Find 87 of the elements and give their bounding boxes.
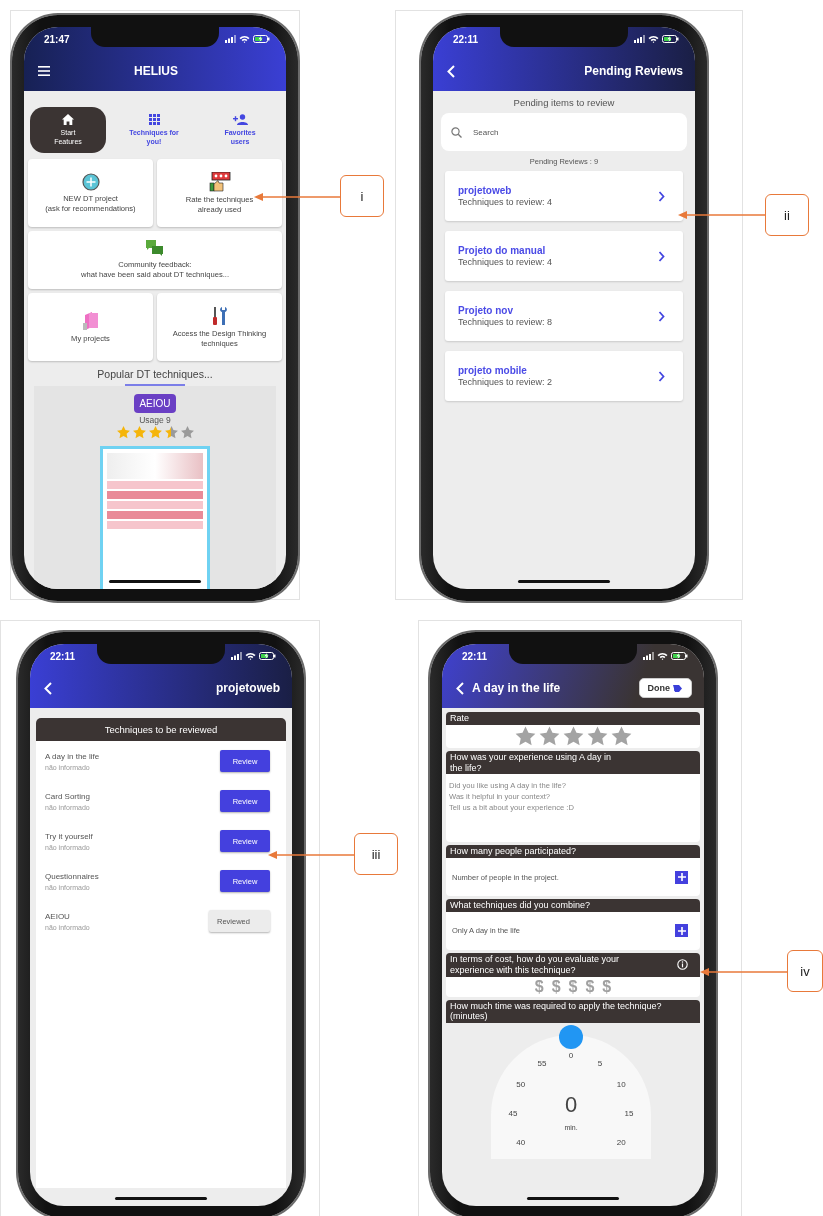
star-icon (131, 424, 147, 440)
screen-title: HELIUS (133, 64, 179, 78)
technique-name: Questionnaires (45, 871, 99, 881)
search-icon (451, 126, 462, 138)
technique-name: Try it yourself (45, 831, 93, 841)
wifi-icon (245, 652, 256, 660)
dial-mark: 45 (508, 1108, 518, 1118)
grid-icon (148, 114, 160, 126)
screen-title: Pending Reviews (583, 64, 683, 78)
add-user-icon (232, 114, 248, 126)
dial-mark: 15 (624, 1108, 634, 1118)
search-input[interactable]: Search (471, 126, 595, 138)
star-icon (179, 424, 195, 440)
back-icon[interactable] (447, 64, 455, 78)
project-card[interactable]: Projeto nov Techniques to review: 8 (445, 291, 683, 341)
signal-icon (634, 35, 645, 43)
dial-value: 0 (564, 1092, 578, 1119)
rating-sign-icon (208, 171, 231, 192)
question-label: What techniques did you combine? (450, 900, 591, 911)
signal-icon (231, 652, 242, 660)
home-icon (62, 114, 74, 126)
battery-icon (253, 35, 270, 43)
dial-mark: 0 (568, 1050, 574, 1060)
battery-icon (662, 35, 679, 43)
project-card[interactable]: projeto mobile Techniques to review: 2 (445, 351, 683, 401)
screen-title: A day in the life (472, 681, 562, 695)
tools-icon (211, 305, 228, 326)
star-icon (163, 424, 179, 440)
technique-badge: AEIOU (134, 393, 176, 413)
add-button[interactable] (675, 924, 688, 938)
battery-icon (671, 652, 688, 660)
dial-mark: 5 (597, 1058, 603, 1068)
done-button[interactable]: Done (638, 678, 692, 698)
star-icon (147, 424, 163, 440)
question-label: In terms of cost, how do you evaluate your experience with this technique? (450, 954, 621, 976)
dial-mark: 10 (616, 1079, 626, 1089)
technique-name: AEIOU (45, 911, 71, 921)
add-button[interactable] (675, 870, 688, 884)
question-label: Rate (450, 713, 469, 724)
wifi-icon (239, 35, 250, 43)
callout-label: ii (765, 194, 809, 236)
battery-icon (259, 652, 276, 660)
chevron-right-icon (658, 310, 665, 322)
wifi-icon (657, 652, 668, 660)
usage-count: Usage 9 (139, 414, 171, 425)
question-label: How was your experience using A day in the life? (450, 751, 613, 774)
status-time: 22:11 (50, 650, 76, 662)
project-card[interactable]: Projeto do manual Techniques to review: 4 (445, 231, 683, 281)
status-time: 22:11 (453, 33, 479, 45)
chat-bubbles-icon (146, 240, 164, 258)
project-card[interactable]: projetoweb Techniques to review: 4 (445, 171, 683, 221)
folder-icon (82, 310, 99, 331)
time-dial[interactable] (491, 1035, 651, 1160)
chevron-right-icon (658, 250, 665, 262)
status-time: 21:47 (44, 33, 70, 45)
dial-handle[interactable] (559, 1025, 583, 1050)
chevron-right-icon (658, 370, 665, 382)
section-heading: Popular DT techniques... (96, 368, 214, 380)
status-time: 22:11 (462, 650, 488, 662)
plus-icon (677, 873, 686, 882)
question-label: How much time was required to apply the technique? (minutes) (450, 1000, 663, 1023)
send-icon (672, 683, 683, 693)
dial-mark: 55 (537, 1058, 547, 1068)
star-icon (115, 424, 131, 440)
page-subtitle: Pending items to review (512, 97, 616, 108)
signal-icon (225, 35, 236, 43)
technique-name: Card Sorting (45, 791, 90, 801)
card-header: Techniques to be reviewed (36, 718, 286, 741)
back-icon[interactable] (456, 681, 464, 695)
back-icon[interactable] (44, 681, 52, 695)
question-label: How many people participated? (450, 846, 577, 858)
chevron-right-icon (658, 190, 665, 202)
info-icon[interactable] (677, 959, 688, 971)
dial-mark: 50 (516, 1079, 526, 1089)
search-field[interactable]: Search (441, 113, 687, 151)
callout-label: iv (787, 950, 823, 992)
technique-name: A day in the life (45, 751, 100, 761)
screen-title: projetoweb (215, 681, 280, 695)
signal-icon (643, 652, 654, 660)
plus-icon (677, 927, 686, 935)
wifi-icon (648, 35, 659, 43)
dial-mark: 40 (516, 1137, 526, 1147)
dial-mark: 20 (616, 1137, 626, 1147)
plus-circle-icon (81, 172, 100, 191)
callout-label: i (340, 175, 384, 217)
menu-icon[interactable] (38, 66, 50, 76)
callout-label: iii (354, 833, 398, 875)
